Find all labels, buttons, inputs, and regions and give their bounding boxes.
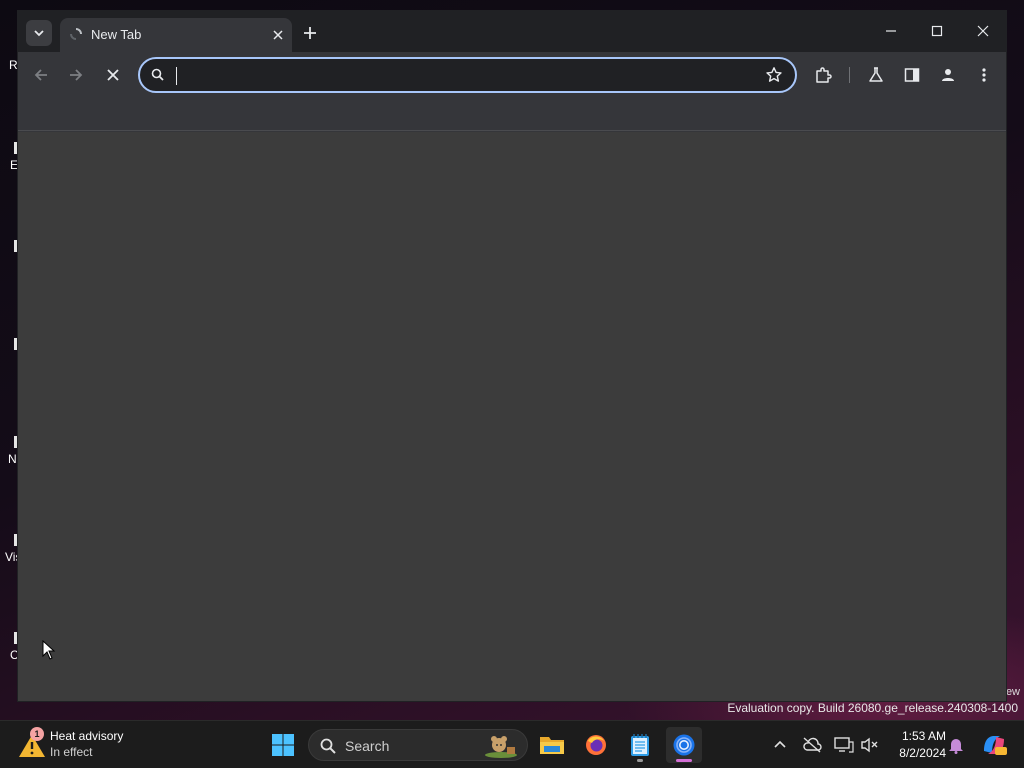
desktop-edge-text: ew	[1005, 686, 1020, 698]
page-content	[18, 132, 1006, 701]
title-bar: New Tab	[18, 11, 1006, 52]
tab-title: New Tab	[91, 27, 142, 42]
star-icon[interactable]	[765, 66, 783, 84]
close-icon	[107, 69, 119, 81]
clock-date: 8/2/2024	[899, 746, 946, 760]
start-button[interactable]	[265, 727, 301, 763]
new-tab-button[interactable]	[298, 21, 322, 45]
puzzle-icon	[816, 67, 832, 83]
browser-toolbar	[18, 52, 1006, 98]
taskbar-search[interactable]: Search	[308, 729, 528, 761]
search-icon	[151, 68, 164, 81]
close-icon	[273, 30, 283, 40]
search-highlight-icon	[485, 736, 517, 758]
tab-new-tab[interactable]: New Tab	[60, 18, 292, 52]
firefox-button[interactable]	[578, 727, 614, 763]
browser-window: New Tab	[17, 10, 1007, 702]
weather-widget[interactable]: 1 Heat advisory In effect	[16, 727, 156, 763]
chevron-down-icon	[34, 30, 44, 37]
side-panel-button[interactable]	[900, 63, 924, 87]
windows-logo-icon	[272, 734, 294, 756]
toolbar-separator	[849, 67, 850, 83]
speaker-muted-icon	[861, 737, 878, 753]
taskbar-search-label: Search	[345, 738, 390, 754]
chrome-button[interactable]	[666, 727, 702, 763]
firefox-icon	[586, 735, 606, 755]
weather-title: Heat advisory	[50, 729, 124, 743]
person-icon	[942, 69, 954, 81]
stop-loading-button[interactable]	[101, 63, 125, 87]
volume-button[interactable]	[858, 733, 882, 757]
show-hidden-icons-button[interactable]	[768, 733, 792, 757]
copilot-button[interactable]	[978, 733, 1010, 757]
taskbar-clock[interactable]: 1:53 AM 8/2/2024	[884, 729, 946, 760]
back-button[interactable]	[29, 63, 53, 87]
network-button[interactable]	[832, 733, 856, 757]
minimize-icon	[886, 30, 896, 32]
labs-button[interactable]	[864, 63, 888, 87]
evaluation-watermark: Evaluation copy. Build 26080.ge_release.…	[727, 701, 1018, 715]
folder-icon	[540, 737, 564, 754]
notepad-button[interactable]	[622, 727, 658, 763]
text-caret	[176, 67, 177, 85]
file-explorer-button[interactable]	[534, 727, 570, 763]
clock-time: 1:53 AM	[901, 729, 946, 743]
profile-button[interactable]	[936, 63, 960, 87]
plus-icon	[304, 27, 316, 39]
tab-close-button[interactable]	[268, 25, 288, 45]
window-close-button[interactable]	[960, 11, 1006, 51]
forward-button[interactable]	[64, 63, 88, 87]
taskbar: 1 Heat advisory In effect Search 1:53 AM…	[0, 720, 1024, 768]
copilot-icon	[984, 736, 1007, 755]
loading-favicon-icon	[70, 28, 82, 40]
tab-search-button[interactable]	[26, 20, 52, 46]
cloud-offline-icon	[803, 737, 822, 753]
chrome-icon	[673, 734, 695, 756]
notepad-icon	[631, 734, 649, 756]
side-panel-icon	[904, 68, 920, 82]
maximize-button[interactable]	[914, 11, 960, 51]
weather-subtitle: In effect	[50, 745, 93, 759]
running-indicator	[637, 759, 643, 762]
address-bar[interactable]	[138, 57, 797, 93]
onedrive-button[interactable]	[800, 733, 824, 757]
desktop-icon-label: N	[8, 452, 17, 466]
flask-icon	[869, 67, 883, 82]
mouse-pointer-icon	[42, 640, 56, 660]
maximize-icon	[931, 25, 943, 37]
notifications-button[interactable]	[944, 733, 968, 757]
browser-menu-button[interactable]	[972, 63, 996, 87]
bookmarks-bar	[18, 98, 1006, 131]
active-indicator	[676, 759, 692, 762]
chevron-up-icon	[774, 740, 786, 748]
bell-icon	[949, 739, 963, 754]
minimize-button[interactable]	[868, 11, 914, 51]
display-network-icon	[834, 737, 854, 753]
search-icon	[320, 738, 336, 754]
address-input[interactable]	[180, 63, 740, 89]
arrow-right-icon	[70, 69, 83, 81]
extensions-button[interactable]	[811, 63, 835, 87]
notification-badge: 1	[30, 727, 44, 741]
kebab-menu-icon	[982, 68, 986, 82]
arrow-left-icon	[34, 69, 47, 81]
close-icon	[977, 25, 989, 37]
